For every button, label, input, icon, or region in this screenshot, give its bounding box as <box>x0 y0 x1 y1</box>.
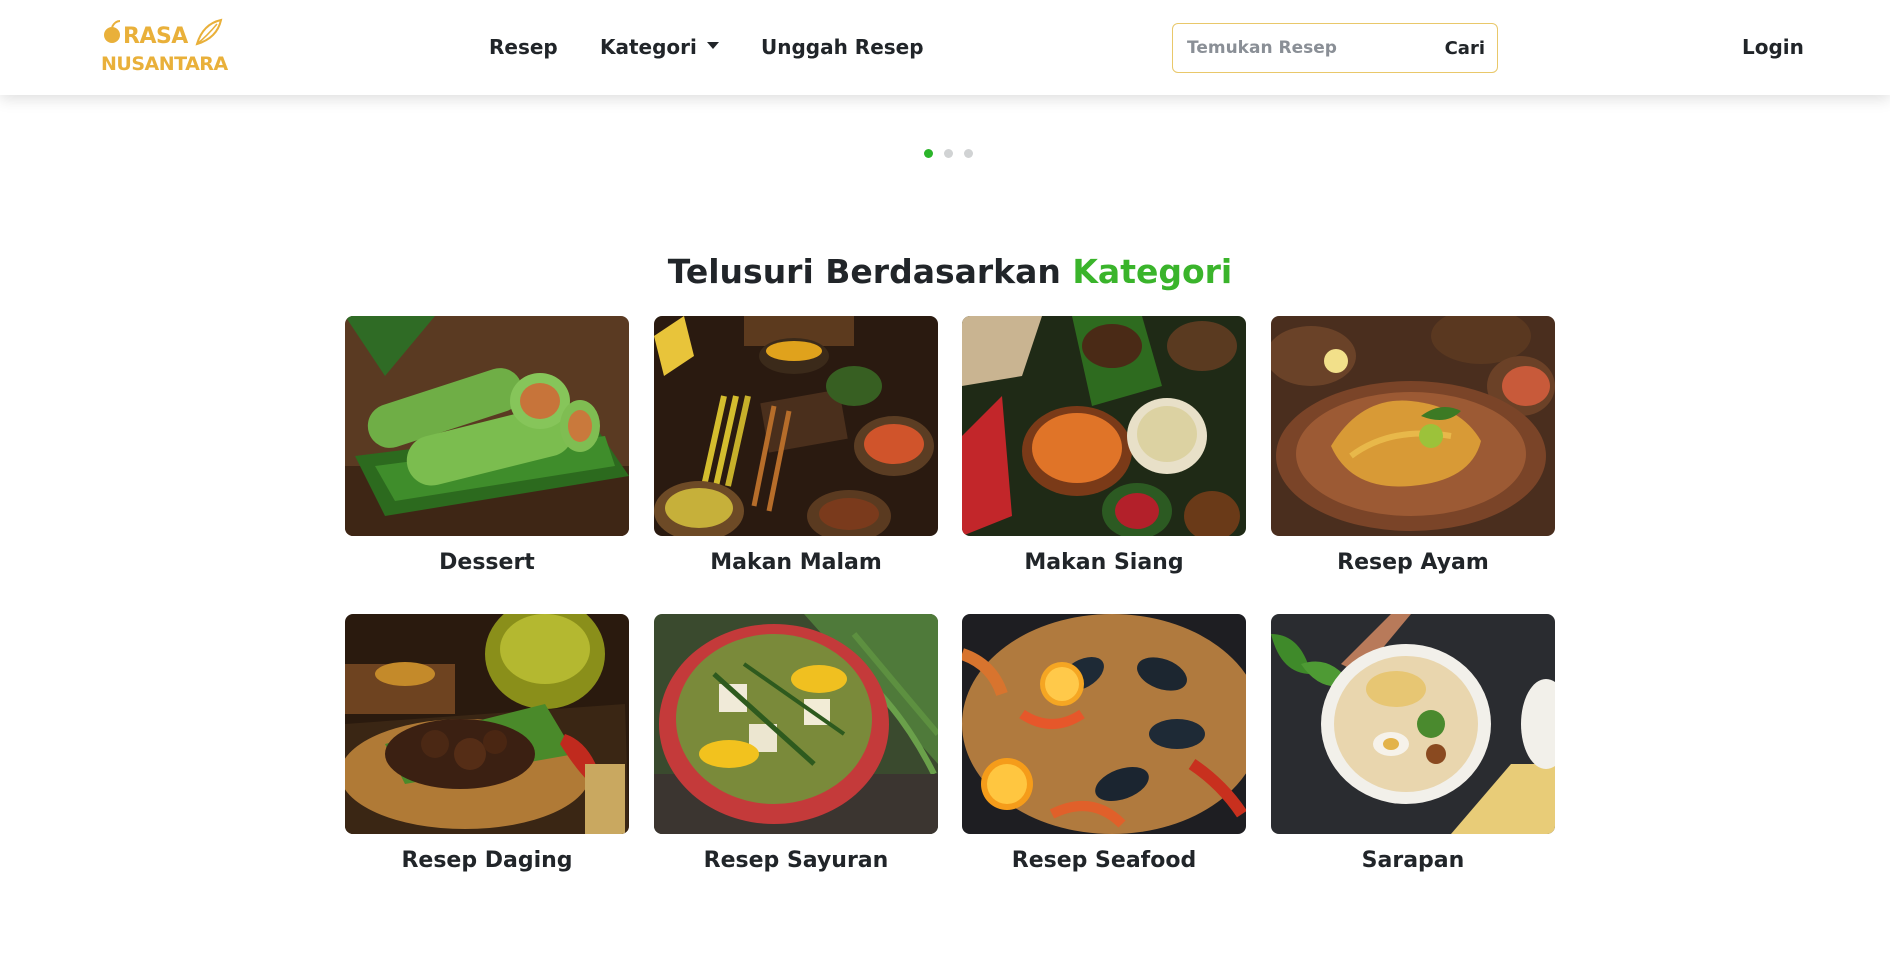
makan-siang-image <box>962 316 1246 536</box>
search-button[interactable]: Cari <box>1445 38 1485 59</box>
sarapan-image <box>1271 614 1555 834</box>
carousel-dot-1[interactable] <box>924 149 933 158</box>
carousel-indicators <box>924 149 973 158</box>
category-label: Resep Seafood <box>1011 848 1197 873</box>
category-card-resep-sayuran[interactable]: Resep Sayuran <box>654 614 938 873</box>
resep-sayuran-image <box>654 614 938 834</box>
category-label: Sarapan <box>1361 848 1465 873</box>
category-section-title: Telusuri Berdasarkan Kategori <box>0 252 1890 291</box>
category-card-sarapan[interactable]: Sarapan <box>1271 614 1555 873</box>
category-label: Resep Daging <box>401 848 573 873</box>
resep-daging-image <box>345 614 629 834</box>
category-label: Makan Malam <box>710 550 882 575</box>
resep-ayam-image <box>1271 316 1555 536</box>
category-card-makan-siang[interactable]: Makan Siang <box>962 316 1246 575</box>
category-label: Resep Ayam <box>1337 550 1489 575</box>
caret-down-icon <box>706 42 719 49</box>
carousel-dot-3[interactable] <box>964 149 973 158</box>
category-label: Resep Sayuran <box>703 848 889 873</box>
carousel-dot-2[interactable] <box>944 149 953 158</box>
title-main: Telusuri Berdasarkan <box>667 252 1061 291</box>
category-card-makan-malam[interactable]: Makan Malam <box>654 316 938 575</box>
nav-kategori-dropdown[interactable]: Kategori <box>600 35 719 59</box>
brand-logo[interactable]: RASA NUSANTARA <box>101 18 228 78</box>
category-label: Dessert <box>439 550 535 575</box>
makan-malam-image <box>654 316 938 536</box>
nav-resep[interactable]: Resep <box>489 35 558 59</box>
nav-kategori-label: Kategori <box>600 35 697 59</box>
brand-line2: NUSANTARA <box>101 53 228 75</box>
brand-line1: RASA <box>123 24 188 49</box>
navbar: RASA NUSANTARA Resep Kategori Unggah Res… <box>0 0 1890 95</box>
search-form: Cari <box>1172 23 1498 73</box>
category-label: Makan Siang <box>1024 550 1184 575</box>
nav-unggah-resep[interactable]: Unggah Resep <box>761 35 924 59</box>
category-card-dessert[interactable]: Dessert <box>345 316 629 575</box>
category-card-resep-ayam[interactable]: Resep Ayam <box>1271 316 1555 575</box>
search-input[interactable] <box>1187 36 1417 60</box>
category-card-resep-daging[interactable]: Resep Daging <box>345 614 629 873</box>
dessert-image <box>345 316 629 536</box>
resep-seafood-image <box>962 614 1246 834</box>
category-card-resep-seafood[interactable]: Resep Seafood <box>962 614 1246 873</box>
title-accent: Kategori <box>1072 252 1233 291</box>
login-link[interactable]: Login <box>1742 35 1804 59</box>
